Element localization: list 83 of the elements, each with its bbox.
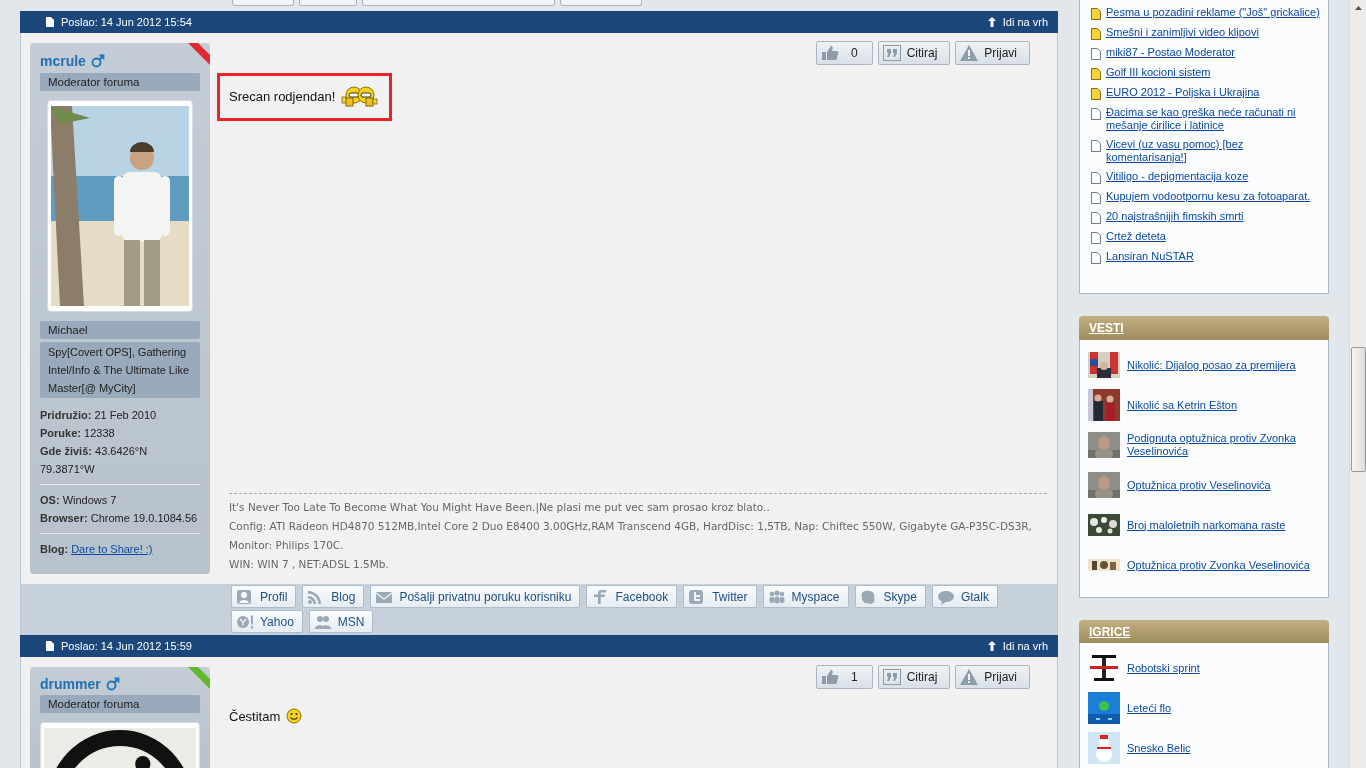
topic-link[interactable]: Golf III kocioni sistem: [1106, 66, 1211, 79]
scroll-up-arrow-icon: [1354, 6, 1362, 10]
post-date: Poslao: 14 Jun 2012 15:54: [61, 16, 192, 28]
beer-smiley-icon: [341, 84, 380, 108]
document-icon: [46, 641, 54, 651]
button-edge[interactable]: [232, 0, 294, 6]
quote-button[interactable]: Citiraj: [877, 41, 951, 65]
blog-link[interactable]: Dare to Share! :): [71, 543, 153, 555]
news-link[interactable]: Podignuta optužnica protiv Zvonka Veselinovića: [1127, 432, 1320, 458]
user-rank: Moderator foruma: [40, 73, 200, 91]
contact-button[interactable]: Profil: [231, 585, 297, 608]
person-icon: [236, 588, 254, 605]
detail-label: Blog:: [40, 543, 69, 555]
signature-line: Config: ATI Radeon HD4870 512MB,Intel Core 2 Duo E8400 3.00GHz,RAM Transcend 4GB, HardDisc: 1,5TB, Nap: Chiftec 550W, Gigabyte GA-P35C-DS3R, Monitor: Philips 170C.: [229, 519, 1033, 553]
yahoo-icon: [236, 613, 254, 630]
topic-link[interactable]: Smešni i zanimljivi video klipovi: [1106, 26, 1259, 39]
news-link[interactable]: Nikolić sa Ketrin Ešton: [1127, 398, 1238, 412]
detail-line: OS: Windows 7: [40, 493, 118, 508]
quote-button[interactable]: Citiraj: [877, 665, 951, 689]
signature-line: WIN: WIN 7 , NET:ADSL 1.5Mb.: [229, 557, 390, 572]
user-rank: Moderator foruma: [40, 695, 200, 713]
topic-link[interactable]: 20 najstrašnijih fimskih smrti: [1106, 210, 1244, 223]
topic-link[interactable]: Lansiran NuSTAR: [1106, 250, 1194, 263]
contact-button[interactable]: Blog: [302, 585, 365, 608]
report-button[interactable]: Prijavi: [955, 41, 1030, 65]
topic-link[interactable]: Đacima se kao greška neće računati ni mešanje ćirilice i latinice: [1106, 106, 1320, 132]
news-link[interactable]: Nikolić: Dijalog posao za premijera: [1127, 358, 1296, 372]
contact-button[interactable]: Skype: [854, 585, 926, 608]
warning-icon: [960, 669, 979, 685]
button-edge[interactable]: [299, 0, 357, 6]
people-icon: [767, 588, 786, 605]
message-text: Srecan rodjendan!: [229, 88, 336, 104]
contact-button[interactable]: MSN: [308, 610, 374, 633]
contact-button[interactable]: Twitter: [683, 585, 757, 608]
like-button[interactable]: 0: [815, 41, 873, 65]
scroll-thumb[interactable]: [1350, 347, 1366, 472]
back-to-top-link[interactable]: Idi na vrh: [1002, 640, 1048, 652]
topic-link[interactable]: Kupujem vodootpornu kesu za fotoaparat.: [1106, 190, 1311, 203]
contact-button[interactable]: Pošalji privatnu poruku korisniku: [370, 585, 581, 608]
real-name: Michael: [40, 321, 200, 339]
male-icon: [106, 677, 120, 691]
contact-button[interactable]: Myspace: [762, 585, 849, 608]
male-icon: [91, 54, 105, 68]
topic-link[interactable]: Vicevi (uz vasu pomoc) [bez komentarisanja!]: [1106, 138, 1320, 164]
game-link[interactable]: Leteći flo: [1127, 701, 1172, 715]
smiley-icon: [286, 708, 303, 724]
speech-bubble-icon: [936, 588, 955, 605]
game-link[interactable]: Robotski sprint: [1127, 661, 1200, 675]
like-button[interactable]: 1: [815, 665, 873, 689]
detail-line: Gde živiš: 43.6426°N 79.3871°W: [40, 444, 149, 477]
document-icon: [46, 17, 54, 27]
contact-button[interactable]: Gtalk: [931, 585, 998, 608]
signature-line: It's Never Too Late To Become What You Might Have Been.|Ne plasi me put vec sam prosao kroz blato..: [229, 500, 771, 516]
button-edge[interactable]: [560, 0, 642, 6]
topic-link[interactable]: Vitiligo - depigmentacija koze: [1106, 170, 1249, 183]
thumbs-up-icon: [820, 669, 839, 685]
detail-line: Poruke: 12338: [40, 426, 116, 441]
contact-button[interactable]: Yahoo: [231, 610, 303, 633]
report-button[interactable]: Prijavi: [955, 665, 1030, 689]
up-arrow-icon: [987, 641, 996, 651]
topic-link[interactable]: EURO 2012 - Poljska i Ukrajina: [1106, 86, 1260, 99]
detail-line: Browser: Chrome 19.0.1084.56: [40, 511, 199, 526]
thumbs-up-icon: [820, 45, 839, 61]
contact-button[interactable]: Facebook: [586, 585, 678, 608]
topic-link[interactable]: Crtež deteta: [1106, 230, 1166, 243]
topic-link[interactable]: Pesma u pozadini reklame ("Još" grickalice): [1106, 6, 1320, 19]
quote-icon: [882, 45, 901, 61]
button-edge[interactable]: [362, 0, 555, 6]
news-link[interactable]: Optužnica protiv Zvonka Veselinovića: [1127, 558, 1310, 572]
scrollbar[interactable]: [1349, 0, 1366, 768]
news-link[interactable]: Broj maloletnih narkomana raste: [1127, 518, 1286, 532]
warning-icon: [960, 45, 979, 61]
game-link[interactable]: Snesko Belic: [1127, 741, 1191, 755]
detail-line: Pridružio: 21 Feb 2010: [40, 408, 158, 423]
quote-icon: [882, 669, 901, 685]
topic-link[interactable]: miki87 - Postao Moderator: [1106, 46, 1235, 59]
message-text: Čestitam: [229, 708, 281, 724]
news-link[interactable]: Optužnica protiv Veselinovića: [1127, 478, 1271, 492]
back-to-top-link[interactable]: Idi na vrh: [1002, 16, 1048, 28]
post-date: Poslao: 14 Jun 2012 15:59: [61, 640, 192, 652]
people-icon: [313, 613, 332, 630]
user-title: Spy[Covert OPS], Gathering Intel/Info & The Ultimate Like Master[@ MyCity]: [40, 342, 200, 398]
up-arrow-icon: [987, 17, 996, 27]
